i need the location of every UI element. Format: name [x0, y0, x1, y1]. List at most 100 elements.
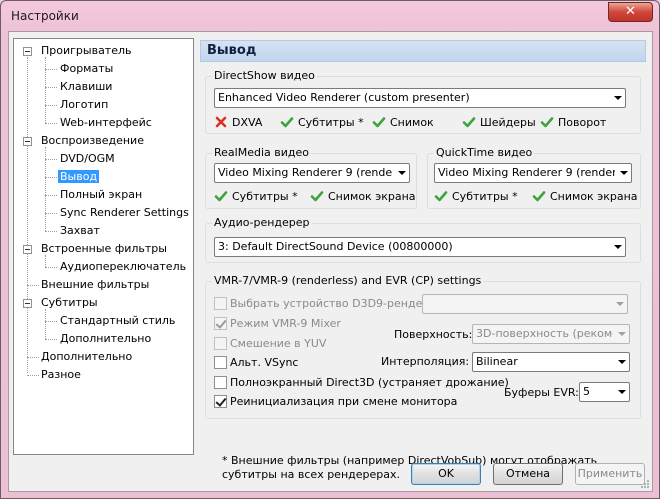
d3d9-device-select[interactable]: [422, 294, 628, 314]
tree-line: [45, 213, 57, 214]
tree-line: [45, 123, 57, 124]
window-title: Настройки: [11, 9, 79, 23]
collapse-icon[interactable]: [23, 47, 32, 56]
tree-item-default-style[interactable]: Стандартный стиль: [60, 313, 175, 329]
checkbox-box: [214, 317, 227, 330]
page-title: Вывод: [207, 43, 257, 58]
tree-line: [45, 267, 57, 268]
tree-item-logo[interactable]: Логотип: [60, 97, 108, 113]
reinit-monitor-checkbox[interactable]: Реинициализация при смене монитора: [214, 395, 457, 409]
tree-item-label: Аудиопереключатель: [60, 260, 187, 273]
tree-item-sync-renderer[interactable]: Sync Renderer Settings: [60, 205, 189, 221]
fullscreen-d3d-checkbox[interactable]: Полноэкранный Direct3D (устраняет дрожан…: [214, 376, 509, 390]
audio-renderer-group: Аудио-рендерер 3: Default DirectSound De…: [205, 216, 641, 263]
tree-item-keys[interactable]: Клавиши: [60, 79, 112, 95]
check-icon: [434, 191, 448, 202]
checkbox-box: [214, 297, 227, 310]
dxva-status: DXVA: [214, 115, 262, 131]
surface-select[interactable]: 3D-поверхность (рекомендуется): [472, 324, 630, 344]
collapse-icon[interactable]: [23, 245, 32, 254]
tree-item-label: Встроенные фильтры: [41, 242, 167, 255]
checkbox-label: Альт. VSync: [230, 356, 299, 369]
surface-value: 3D-поверхность (рекомендуется): [476, 327, 613, 340]
collapse-icon[interactable]: [23, 137, 32, 146]
quicktime-group-label: QuickTime видео: [434, 146, 535, 159]
audio-device-select[interactable]: 3: Default DirectSound Device (00800000): [214, 237, 626, 257]
tree-item-dvd[interactable]: DVD/OGM: [60, 151, 115, 167]
quicktime-renderer-value: Video Mixing Renderer 9 (renderless): [438, 166, 615, 179]
tree-line: [45, 87, 57, 88]
dialog-client: Проигрыватель Форматы Клавиши Логотип We…: [8, 31, 653, 492]
tree-item-web[interactable]: Web-интерфейс: [60, 115, 152, 131]
ok-button[interactable]: OK: [411, 463, 481, 485]
apply-button[interactable]: Применить: [575, 463, 645, 485]
tree-line: [45, 321, 57, 322]
check-icon: [280, 117, 294, 128]
status-label: DXVA: [232, 116, 263, 129]
directshow-renderer-select[interactable]: Enhanced Video Renderer (custom presente…: [214, 88, 626, 108]
quicktime-renderer-select[interactable]: Video Mixing Renderer 9 (renderless): [434, 163, 632, 183]
tree-item-external-filters[interactable]: Внешние фильтры: [41, 277, 149, 293]
chevron-down-icon: [618, 390, 626, 394]
resize-grip-icon[interactable]: [640, 479, 650, 489]
tree-item-label: Воспроизведение: [41, 134, 144, 147]
tree-item-fullscreen[interactable]: Полный экран: [60, 187, 142, 203]
status-label: Субтитры *: [452, 190, 518, 203]
vmr-settings-group: VMR-7/VMR-9 (renderless) and EVR (CP) se…: [205, 274, 641, 419]
cancel-button[interactable]: Отмена: [493, 463, 563, 485]
collapse-icon[interactable]: [23, 299, 32, 308]
status-label: Субтитры *: [232, 190, 298, 203]
checkbox-label: Реинициализация при смене монитора: [230, 395, 458, 408]
status-label: Поворот: [558, 116, 607, 129]
tree-item-formats[interactable]: Форматы: [60, 61, 113, 77]
check-icon: [214, 191, 228, 202]
tree-item-label: Вывод: [58, 170, 100, 183]
realmedia-snapshot-status: Снимок экрана: [310, 189, 416, 205]
close-button[interactable]: ✕: [608, 2, 653, 22]
checkbox-label: Полноэкранный Direct3D (устраняет дрожан…: [230, 376, 509, 389]
tree-line: [27, 57, 28, 373]
tree-item-misc[interactable]: Разное: [41, 367, 81, 383]
tree-item-advanced[interactable]: Дополнительно: [41, 349, 132, 365]
check-icon: [462, 117, 476, 128]
tree-item-label: Разное: [41, 368, 81, 381]
quicktime-snapshot-status: Снимок экрана: [532, 189, 638, 205]
interpolation-select[interactable]: Bilinear: [472, 352, 630, 372]
tree-item-audio-switcher[interactable]: Аудиопереключатель: [60, 259, 186, 275]
vmr-settings-group-label: VMR-7/VMR-9 (renderless) and EVR (CP) se…: [212, 274, 484, 287]
evr-buffers-label: Буферы EVR:: [504, 386, 579, 399]
evr-buffers-select[interactable]: 5: [579, 382, 630, 402]
realmedia-renderer-select[interactable]: Video Mixing Renderer 9 (renderless): [214, 163, 410, 183]
realmedia-group: RealMedia видео Video Mixing Renderer 9 …: [205, 146, 417, 209]
checkbox-label: Выбрать устройство D3D9-рендеринг: [230, 297, 450, 310]
yuv-mixing-checkbox[interactable]: Смешение в YUV: [214, 337, 326, 351]
tree-item-player[interactable]: Проигрыватель: [41, 43, 132, 59]
tree-item-capture[interactable]: Захват: [60, 223, 100, 239]
check-icon: [372, 117, 386, 128]
quicktime-group: QuickTime видео Video Mixing Renderer 9 …: [427, 146, 641, 209]
tree-item-label: Захват: [60, 224, 100, 237]
status-label: Снимок экрана: [328, 190, 416, 203]
tree-item-playback[interactable]: Воспроизведение: [41, 133, 144, 149]
subtitles-status: Субтитры *: [280, 115, 364, 131]
alt-vsync-checkbox[interactable]: Альт. VSync: [214, 356, 298, 370]
tree-item-internal-filters[interactable]: Встроенные фильтры: [41, 241, 167, 257]
check-icon: [310, 191, 324, 202]
settings-tree[interactable]: Проигрыватель Форматы Клавиши Логотип We…: [13, 38, 194, 455]
directshow-renderer-value: Enhanced Video Renderer (custom presente…: [218, 91, 470, 104]
chevron-down-icon: [618, 360, 626, 364]
audio-renderer-group-label: Аудио-рендерер: [212, 216, 312, 229]
d3d9-device-checkbox[interactable]: Выбрать устройство D3D9-рендеринг: [214, 297, 449, 311]
tree-item-subtitles-misc[interactable]: Дополнительно: [60, 331, 151, 347]
tree-item-subtitles[interactable]: Субтитры: [41, 295, 98, 311]
title-bar[interactable]: Настройки ✕: [1, 1, 659, 31]
tree-line: [45, 159, 57, 160]
tree-item-output[interactable]: Вывод: [58, 169, 100, 185]
vmr9-mixer-checkbox[interactable]: Режим VMR-9 Mixer: [214, 317, 341, 331]
tree-item-label: Стандартный стиль: [60, 314, 176, 327]
evr-buffers-value: 5: [583, 385, 590, 398]
tree-item-label: Логотип: [60, 98, 109, 111]
checkbox-box: [214, 376, 227, 389]
realmedia-group-label: RealMedia видео: [212, 146, 311, 159]
tree-item-label: Web-интерфейс: [60, 116, 152, 129]
